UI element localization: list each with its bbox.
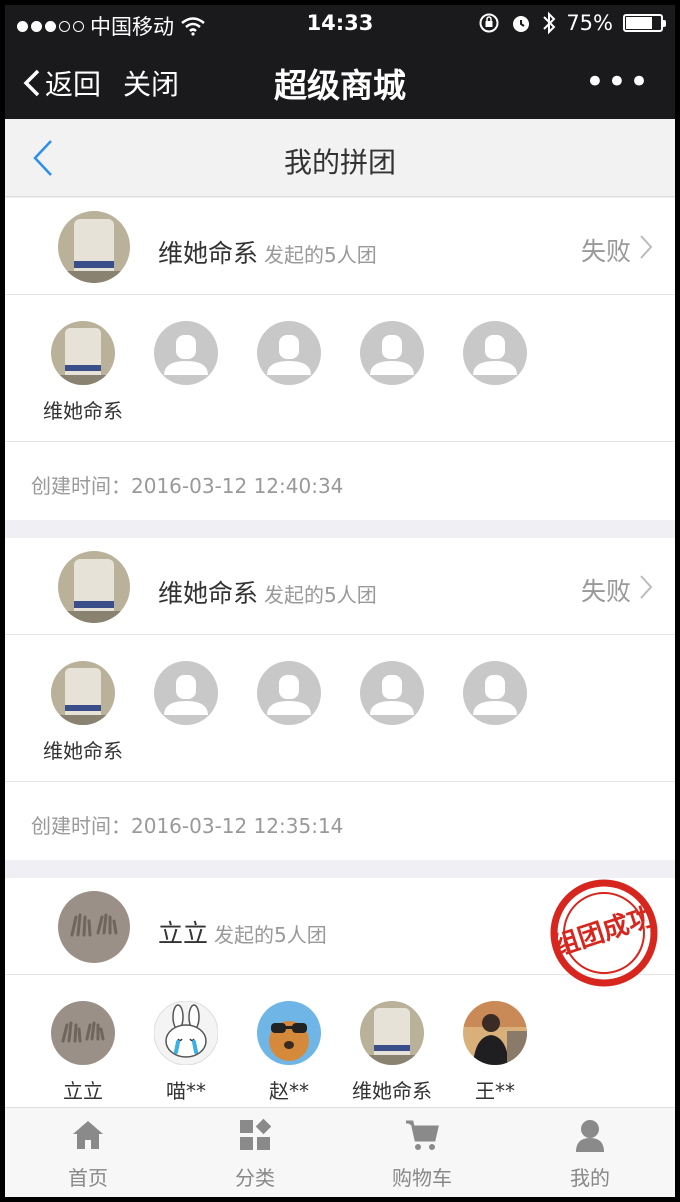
handprint-avatar [58, 891, 130, 963]
member-name: 立立 [63, 1079, 103, 1103]
group-desc: 发起的5人团 [214, 923, 327, 947]
dog-avatar [257, 1001, 321, 1065]
app-title: 超级商城 [274, 66, 406, 105]
group-card: 立立 发起的5人团 组团成功 立立 喵** 赵** 维她命系 王** [5, 878, 675, 1122]
member-name: 维她命系 [43, 739, 123, 763]
placeholder-avatar [463, 661, 527, 725]
battery-icon [623, 14, 666, 32]
page-header: 我的拼团 [5, 119, 675, 197]
member-item [445, 661, 545, 729]
member-item [136, 321, 236, 389]
tab-label: 我的 [570, 1166, 610, 1190]
placeholder-avatar [360, 661, 424, 725]
created-time: 创建时间：2016-03-12 12:40:34 [31, 474, 344, 498]
member-item: 维她命系 [342, 1001, 442, 1104]
placeholder-avatar [463, 321, 527, 385]
member-item [342, 661, 442, 729]
member-name: 喵** [166, 1079, 206, 1103]
rotation-lock-icon [479, 13, 499, 33]
phone-screen: 中国移动 14:33 75% 返回 关闭 超级商城 ••• 我的拼团 维她命系 … [5, 5, 675, 1197]
tab-cart[interactable]: 购物车 [362, 1118, 482, 1191]
tab-label: 分类 [235, 1166, 275, 1190]
tab-label: 首页 [68, 1166, 108, 1190]
placeholder-avatar [154, 661, 218, 725]
group-footer: 创建时间：2016-03-12 12:40:34 [5, 442, 675, 520]
group-header[interactable]: 立立 发起的5人团 组团成功 [5, 878, 675, 987]
cart-icon [406, 1120, 439, 1150]
more-button[interactable]: ••• [585, 65, 651, 99]
member-list: 立立 喵** 赵** 维她命系 王** [5, 975, 675, 1122]
member-list: 维她命系 [5, 635, 675, 782]
member-name: 维她命系 [352, 1079, 432, 1103]
member-item: 立立 [33, 1001, 133, 1104]
battery-percent: 75% [566, 11, 613, 35]
status-bar: 中国移动 14:33 75% [5, 5, 675, 45]
placeholder-avatar [257, 321, 321, 385]
home-icon [73, 1121, 103, 1149]
member-item: 王** [445, 1001, 545, 1104]
member-name: 王** [475, 1079, 515, 1103]
stamp-text: 组团成功 [549, 901, 658, 963]
bottom-tab-bar: 首页 分类 购物车 我的 [5, 1107, 675, 1197]
handprint-avatar [51, 1001, 115, 1065]
user-icon [576, 1120, 604, 1152]
bottle-avatar [58, 211, 130, 283]
placeholder-avatar [257, 661, 321, 725]
member-item [239, 321, 339, 389]
member-item: 维她命系 [33, 661, 133, 764]
bottle-avatar [51, 321, 115, 385]
person-avatar [463, 1001, 527, 1065]
group-card: 维她命系 发起的5人团 失败 [5, 538, 675, 860]
bluetooth-icon [543, 11, 556, 35]
status-label: 失败 [580, 577, 631, 606]
member-name: 维她命系 [43, 399, 123, 423]
member-item: 维她命系 [33, 321, 133, 424]
initiator-name: 立立 发起的5人团 [158, 919, 327, 948]
placeholder-avatar [154, 321, 218, 385]
initiator-name: 维她命系 发起的5人团 [158, 239, 377, 268]
placeholder-avatar [360, 321, 424, 385]
category-icon [240, 1118, 272, 1150]
tab-home[interactable]: 首页 [28, 1118, 148, 1191]
member-item: 赵** [239, 1001, 339, 1104]
member-list: 维她命系 [5, 295, 675, 442]
tab-mine[interactable]: 我的 [530, 1118, 650, 1191]
chevron-right-icon [640, 235, 653, 259]
member-name: 赵** [269, 1079, 309, 1103]
tab-label: 购物车 [392, 1166, 452, 1190]
initiator-name: 维她命系 发起的5人团 [158, 579, 377, 608]
tab-category[interactable]: 分类 [195, 1118, 315, 1191]
bottle-avatar [51, 661, 115, 725]
chevron-right-icon [640, 575, 653, 599]
member-item [239, 661, 339, 729]
group-list: 维她命系 发起的5人团 失败 维她命系 创建时间：2016-03-12 12:4… [5, 198, 675, 1140]
group-card: 维她命系 发起的5人团 失败 [5, 198, 675, 520]
member-item [445, 321, 545, 389]
member-item [136, 661, 236, 729]
app-navbar: 返回 关闭 超级商城 ••• [5, 45, 675, 119]
alarm-icon [513, 16, 530, 32]
success-stamp: 组团成功 [549, 879, 658, 987]
group-header[interactable]: 维她命系 发起的5人团 失败 [5, 198, 675, 295]
member-item: 喵** [136, 1000, 236, 1104]
status-label: 失败 [580, 237, 631, 266]
created-time: 创建时间：2016-03-12 12:35:14 [31, 814, 344, 838]
group-desc: 发起的5人团 [264, 243, 377, 267]
bunny-avatar [153, 1000, 219, 1066]
group-footer: 创建时间：2016-03-12 12:35:14 [5, 782, 675, 860]
member-item [342, 321, 442, 389]
page-title: 我的拼团 [283, 146, 396, 179]
bottle-avatar [58, 551, 130, 623]
group-header[interactable]: 维她命系 发起的5人团 失败 [5, 538, 675, 635]
group-desc: 发起的5人团 [264, 583, 377, 607]
bottle-avatar [360, 1001, 424, 1065]
